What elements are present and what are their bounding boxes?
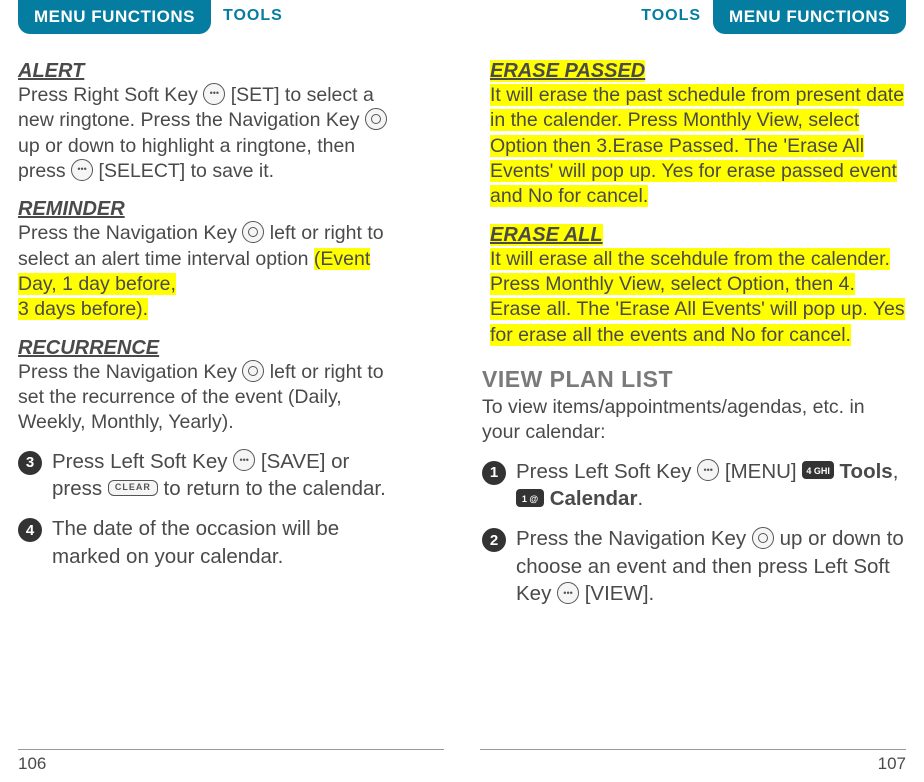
- view-step-2: 2 Press the Navigation Key up or down to…: [482, 525, 906, 608]
- alert-text-a: Press Right Soft Key: [18, 84, 203, 106]
- clear-key-icon: CLEAR: [108, 480, 158, 497]
- step-4-text: The date of the occasion will be marked …: [52, 515, 402, 570]
- left-page: MENU FUNCTIONS TOOLS ALERT Press Right S…: [0, 0, 462, 782]
- view-step-2-text: Press the Navigation Key up or down to c…: [516, 525, 906, 608]
- vp1-calendar: Calendar: [550, 487, 638, 510]
- reminder-text-a: Press the Navigation Key: [18, 222, 242, 244]
- soft-key-icon: [203, 83, 225, 105]
- erase-passed-section: ERASE PASSED It will erase the past sche…: [482, 60, 906, 210]
- erase-passed-text-hl: It will erase the past schedule from pre…: [490, 84, 904, 207]
- vp1-tools: Tools: [840, 460, 893, 483]
- alert-body: Press Right Soft Key [SET] to select a n…: [18, 83, 402, 184]
- step-3-c: to return to the calendar.: [164, 477, 386, 500]
- page-number-right: 107: [878, 754, 906, 774]
- erase-passed-title: ERASE PASSED: [490, 60, 906, 83]
- erase-all-section: ERASE ALL It will erase all the scehdule…: [482, 224, 906, 348]
- reminder-section: REMINDER Press the Navigation Key left o…: [18, 198, 402, 322]
- step-number-2: 2: [482, 528, 506, 552]
- step-4: 4 The date of the occasion will be marke…: [18, 515, 402, 570]
- vp1-a: Press Left Soft Key: [516, 460, 697, 483]
- vp2-a: Press the Navigation Key: [516, 527, 752, 550]
- nav-key-icon: [365, 108, 387, 130]
- nav-key-icon: [242, 221, 264, 243]
- key-1-icon: 1 @: [516, 489, 544, 507]
- alert-text-d: [SELECT] to save it.: [99, 160, 275, 182]
- header-label-tools: TOOLS: [629, 0, 713, 25]
- reminder-highlight-b: 3 days before).: [18, 298, 148, 320]
- page-spread: MENU FUNCTIONS TOOLS ALERT Press Right S…: [0, 0, 924, 782]
- soft-key-icon: [233, 449, 255, 471]
- erase-all-title: ERASE ALL: [490, 224, 906, 247]
- vp1-period: .: [637, 487, 643, 510]
- view-plan-title: VIEW PLAN LIST: [482, 366, 906, 393]
- view-step-1-text: Press Left Soft Key [MENU] 4 GHI Tools, …: [516, 458, 906, 513]
- alert-section: ALERT Press Right Soft Key [SET] to sele…: [18, 60, 402, 184]
- step-3-a: Press Left Soft Key: [52, 450, 233, 473]
- alert-title: ALERT: [18, 60, 402, 83]
- right-header: TOOLS MENU FUNCTIONS: [482, 0, 906, 35]
- erase-all-text-hl: It will erase all the scehdule from the …: [490, 248, 905, 346]
- view-plan-intro: To view items/appointments/agendas, etc.…: [482, 395, 906, 446]
- left-header: MENU FUNCTIONS TOOLS: [18, 0, 402, 35]
- view-step-1: 1 Press Left Soft Key [MENU] 4 GHI Tools…: [482, 458, 906, 513]
- footer-rule: [18, 749, 444, 750]
- recurrence-title: RECURRENCE: [18, 337, 402, 360]
- recurrence-body: Press the Navigation Key left or right t…: [18, 360, 402, 436]
- step-3-text: Press Left Soft Key [SAVE] or press CLEA…: [52, 448, 402, 503]
- recurrence-section: RECURRENCE Press the Navigation Key left…: [18, 337, 402, 436]
- nav-key-icon: [242, 360, 264, 382]
- step-number-3: 3: [18, 451, 42, 475]
- soft-key-icon: [557, 582, 579, 604]
- nav-key-icon: [752, 527, 774, 549]
- vp2-c: [VIEW].: [585, 582, 654, 605]
- soft-key-icon: [697, 459, 719, 481]
- reminder-title: REMINDER: [18, 198, 402, 221]
- recurrence-text-a: Press the Navigation Key: [18, 361, 242, 383]
- vp1-comma: ,: [893, 460, 899, 483]
- erase-passed-title-hl: ERASE PASSED: [490, 60, 645, 82]
- vp1-b: [MENU]: [725, 460, 802, 483]
- header-label-tools: TOOLS: [211, 0, 295, 25]
- erase-all-body: It will erase all the scehdule from the …: [490, 247, 906, 348]
- erase-all-title-hl: ERASE ALL: [490, 224, 603, 246]
- footer-rule: [480, 749, 906, 750]
- step-number-1: 1: [482, 461, 506, 485]
- soft-key-icon: [71, 159, 93, 181]
- page-number-left: 106: [18, 754, 46, 774]
- right-page: TOOLS MENU FUNCTIONS ERASE PASSED It wil…: [462, 0, 924, 782]
- reminder-body: Press the Navigation Key left or right t…: [18, 221, 402, 322]
- erase-passed-body: It will erase the past schedule from pre…: [490, 83, 906, 210]
- step-3: 3 Press Left Soft Key [SAVE] or press CL…: [18, 448, 402, 503]
- step-number-4: 4: [18, 518, 42, 542]
- key-4-icon: 4 GHI: [802, 461, 834, 479]
- header-tab-menu-functions: MENU FUNCTIONS: [713, 0, 906, 34]
- header-tab-menu-functions: MENU FUNCTIONS: [18, 0, 211, 34]
